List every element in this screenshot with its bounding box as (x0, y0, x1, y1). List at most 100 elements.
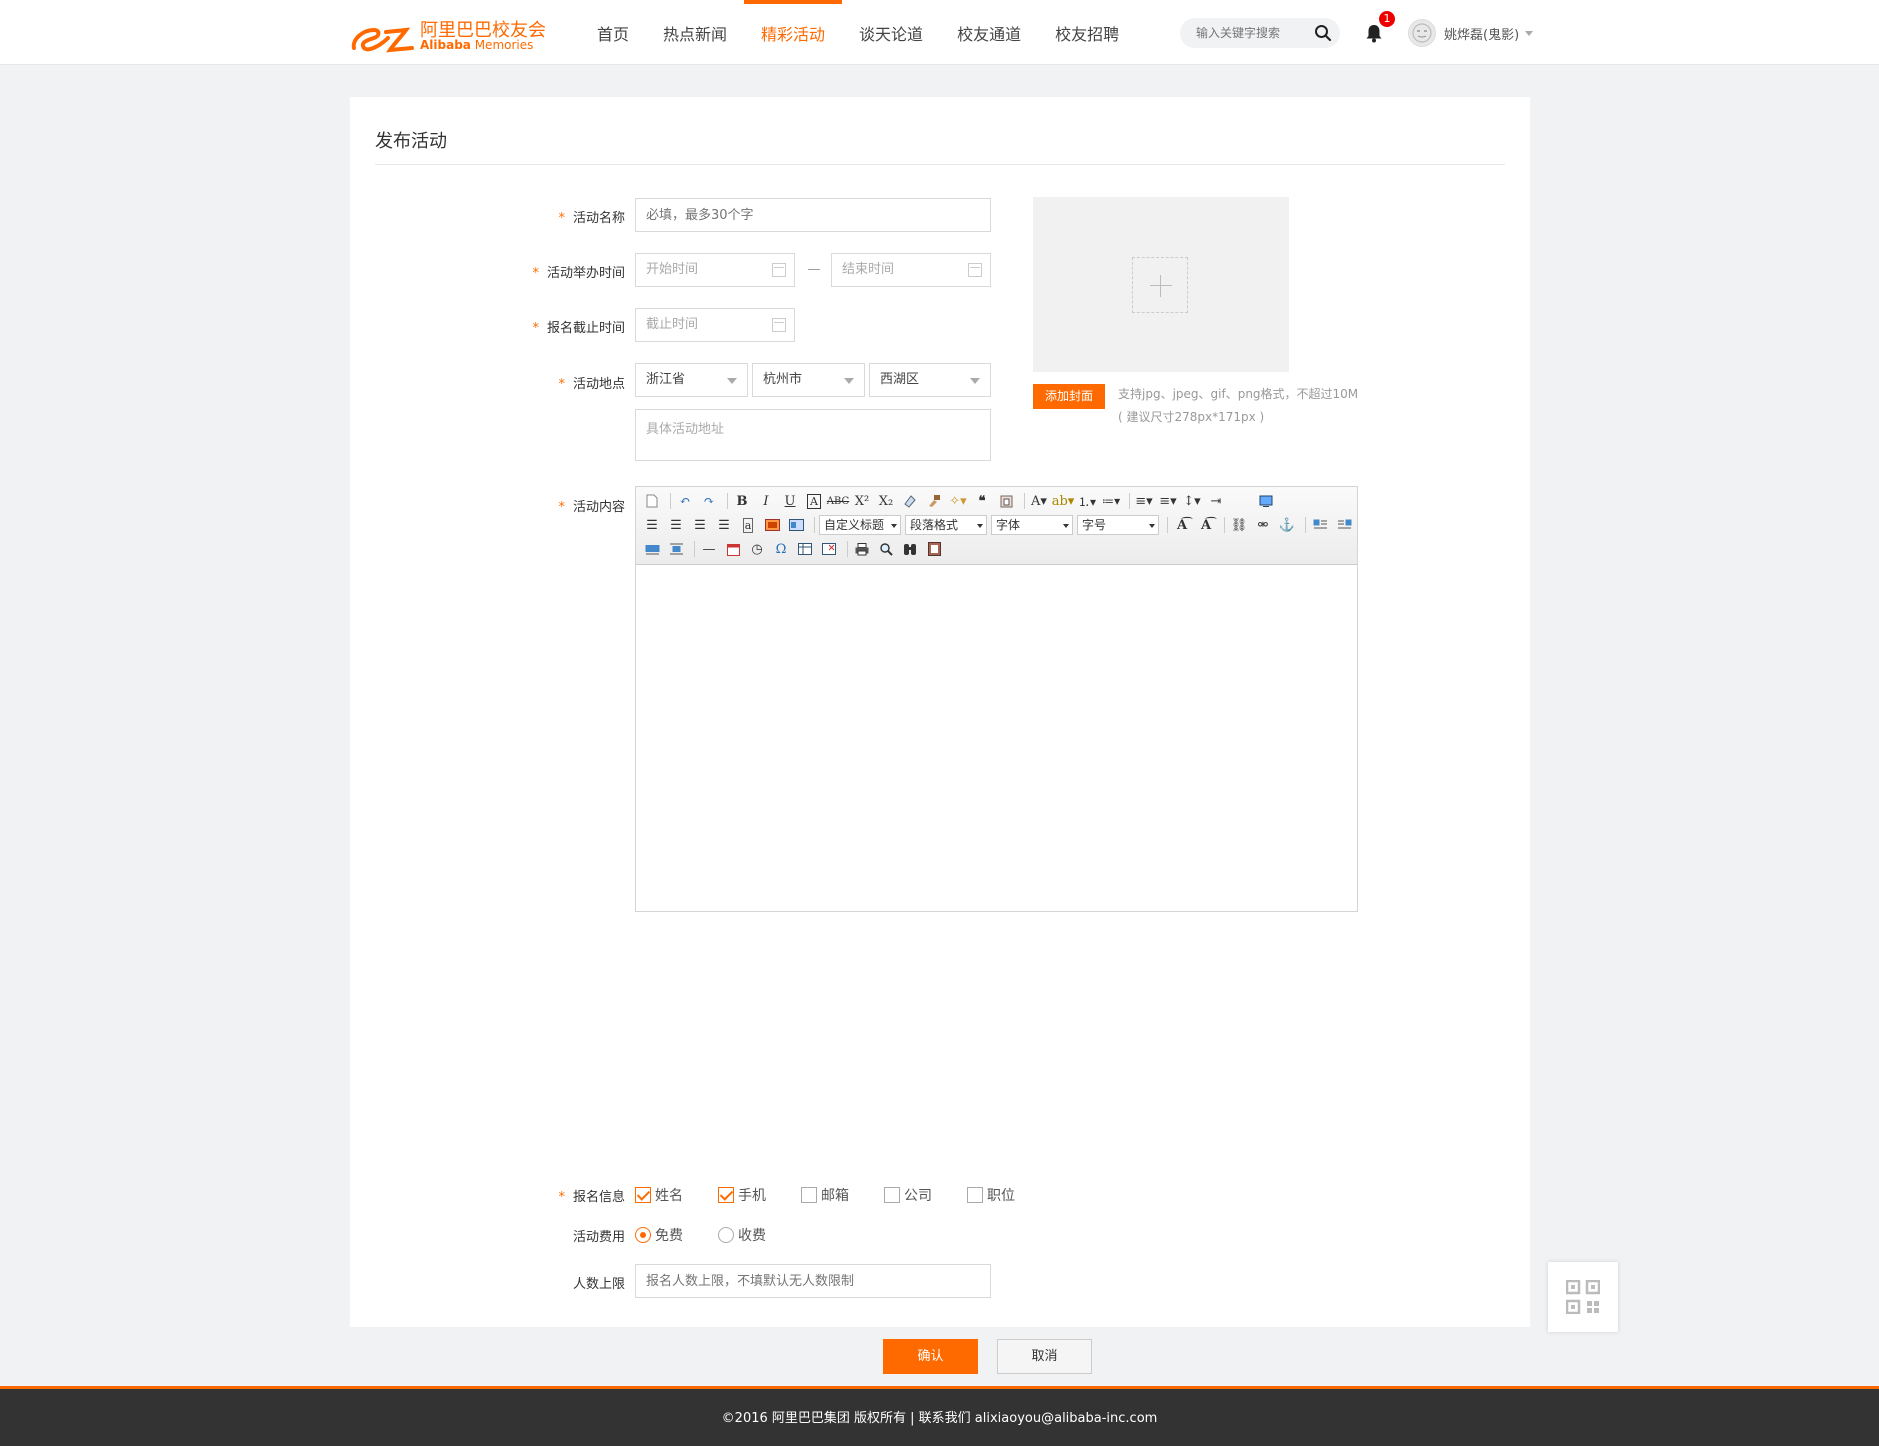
link-icon[interactable]: ⛓ (1229, 515, 1249, 535)
add-cover-button[interactable]: 添加封面 (1033, 384, 1105, 409)
insert-table-icon[interactable] (795, 539, 815, 559)
user-menu[interactable]: 姚烨磊(鬼影) (1408, 18, 1534, 48)
search-input[interactable] (1180, 18, 1305, 48)
province-value: 浙江省 (646, 372, 686, 387)
nav-events[interactable]: 精彩活动 (744, 0, 843, 65)
find-replace-icon[interactable] (900, 539, 920, 559)
district-value: 西湖区 (880, 372, 920, 387)
fullscreen-icon[interactable] (1256, 491, 1276, 511)
redo-icon[interactable]: ↷ (699, 491, 719, 511)
row-spacing-top-icon[interactable]: ≡▾ (1134, 491, 1154, 511)
district-select[interactable]: 西湖区 (869, 363, 991, 397)
paragraph-dropdown[interactable]: 段落格式 (905, 515, 987, 535)
superscript-icon[interactable]: X² (852, 491, 872, 511)
nav-discussion[interactable]: 谈天论道 (842, 0, 940, 65)
row-spacing-bottom-icon[interactable]: ≡▾ (1158, 491, 1178, 511)
font-family-dropdown[interactable]: 字体 (991, 515, 1073, 535)
bold-icon[interactable]: B (732, 491, 752, 511)
align-right-icon[interactable]: ☰ (690, 515, 710, 535)
nav-recruitment[interactable]: 校友招聘 (1038, 0, 1136, 65)
fee-option-free[interactable]: 免费 (635, 1225, 683, 1245)
attendee-limit-input[interactable] (635, 1264, 991, 1298)
strikethrough-icon[interactable]: ABC (827, 491, 849, 511)
indent-icon[interactable]: ⇥ (1206, 491, 1226, 511)
text-direction-rtl-icon[interactable]: A͡ (1196, 515, 1216, 535)
anchor-icon[interactable]: ⚓ (1277, 515, 1297, 535)
end-time-field[interactable]: 结束时间 (831, 253, 991, 287)
signup-option-position[interactable]: 职位 (967, 1185, 1015, 1205)
search-icon[interactable] (1314, 24, 1332, 42)
align-justify-icon[interactable]: ☰ (714, 515, 734, 535)
font-color-icon[interactable]: A▾ (1029, 491, 1049, 511)
subscript-icon[interactable]: X₂ (876, 491, 896, 511)
avatar-face-icon (1412, 23, 1432, 43)
nav-hot-news[interactable]: 热点新闻 (646, 0, 744, 65)
cancel-button[interactable]: 取消 (997, 1339, 1092, 1374)
blockquote-icon[interactable]: ❝ (972, 491, 992, 511)
underline-icon[interactable]: U (780, 491, 800, 511)
chevron-down-icon (970, 378, 980, 384)
radio (718, 1227, 734, 1243)
highlight-color-icon[interactable]: ab▾ (1052, 491, 1075, 511)
signup-option-phone[interactable]: 手机 (718, 1185, 766, 1205)
print-icon[interactable] (852, 539, 872, 559)
insert-date-icon[interactable] (723, 539, 743, 559)
insert-time-icon[interactable]: ◷ (747, 539, 767, 559)
qr-code-button[interactable] (1548, 1262, 1618, 1332)
image-float-left-icon[interactable] (1310, 515, 1330, 535)
delete-table-icon[interactable] (819, 539, 839, 559)
preview-icon[interactable] (876, 539, 896, 559)
start-time-field[interactable]: 开始时间 (635, 253, 795, 287)
text-direction-ltr-icon[interactable]: A͡ (1172, 515, 1192, 535)
paste-plain-icon[interactable] (996, 491, 1016, 511)
line-height-icon[interactable]: ↕▾ (1182, 491, 1202, 511)
image-float-right-icon[interactable] (1334, 515, 1354, 535)
undo-icon[interactable]: ↶ (675, 491, 695, 511)
alibaba-logo[interactable]: 阿里巴巴校友会 Alibaba Memories (350, 14, 550, 54)
format-painter-icon[interactable] (924, 491, 944, 511)
confirm-button[interactable]: 确认 (883, 1339, 978, 1374)
insert-table-image-icon[interactable] (786, 515, 806, 535)
notification-bell-icon[interactable] (1364, 22, 1384, 44)
unlink-icon[interactable]: ⚮ (1253, 515, 1273, 535)
align-center-icon[interactable]: ☰ (666, 515, 686, 535)
new-document-icon[interactable] (642, 491, 662, 511)
special-char-omega-icon[interactable]: Ω (771, 539, 791, 559)
nav-alumni-channel[interactable]: 校友通道 (940, 0, 1038, 65)
insert-link-text-icon[interactable]: a (738, 515, 758, 535)
template-icon[interactable] (924, 539, 944, 559)
activity-name-input[interactable] (635, 198, 991, 232)
cover-upload-area[interactable] (1033, 197, 1289, 372)
province-select[interactable]: 浙江省 (635, 363, 748, 397)
insert-image-icon[interactable] (762, 515, 782, 535)
font-size-dropdown[interactable]: 字号 (1077, 515, 1159, 535)
nav-home[interactable]: 首页 (580, 0, 646, 65)
option-label: 公司 (904, 1188, 932, 1204)
heading-dropdown[interactable]: 自定义标题 (819, 515, 901, 535)
italic-icon[interactable]: I (756, 491, 776, 511)
horizontal-rule-icon[interactable]: — (699, 539, 719, 559)
address-placeholder: 具体活动地址 (646, 422, 725, 437)
font-border-icon[interactable]: A (804, 491, 824, 511)
city-select[interactable]: 杭州市 (752, 363, 865, 397)
image-none-icon[interactable] (642, 539, 662, 559)
auto-format-icon[interactable]: ✧▾ (948, 491, 968, 511)
activity-time-label: * 活动举办时间 (480, 262, 625, 281)
image-center-icon[interactable] (666, 539, 686, 559)
chevron-down-icon (844, 378, 854, 384)
deadline-field[interactable]: 截止时间 (635, 308, 795, 342)
signup-option-email[interactable]: 邮箱 (801, 1185, 849, 1205)
address-textarea[interactable]: 具体活动地址 (635, 409, 991, 461)
toolbar-divider (727, 493, 728, 509)
editor-content-area[interactable] (636, 566, 1357, 911)
eraser-icon[interactable] (900, 491, 920, 511)
deadline-placeholder: 截止时间 (646, 317, 699, 332)
unordered-list-icon[interactable]: ≔▾ (1101, 491, 1121, 511)
cover-hint-size: ( 建议尺寸278px*171px ) (1118, 410, 1265, 424)
fee-option-paid[interactable]: 收费 (718, 1225, 766, 1245)
signup-option-company[interactable]: 公司 (884, 1185, 932, 1205)
align-left-icon[interactable]: ☰ (642, 515, 662, 535)
signup-option-name[interactable]: 姓名 (635, 1185, 683, 1205)
ordered-list-icon[interactable]: ⒈▾ (1077, 491, 1097, 511)
toolbar-row-1: ↶ ↷ B I U A ABC X² X₂ ✧▾ ❝ A▾ ab▾ ⒈▾ ≔▾ (642, 490, 1280, 512)
